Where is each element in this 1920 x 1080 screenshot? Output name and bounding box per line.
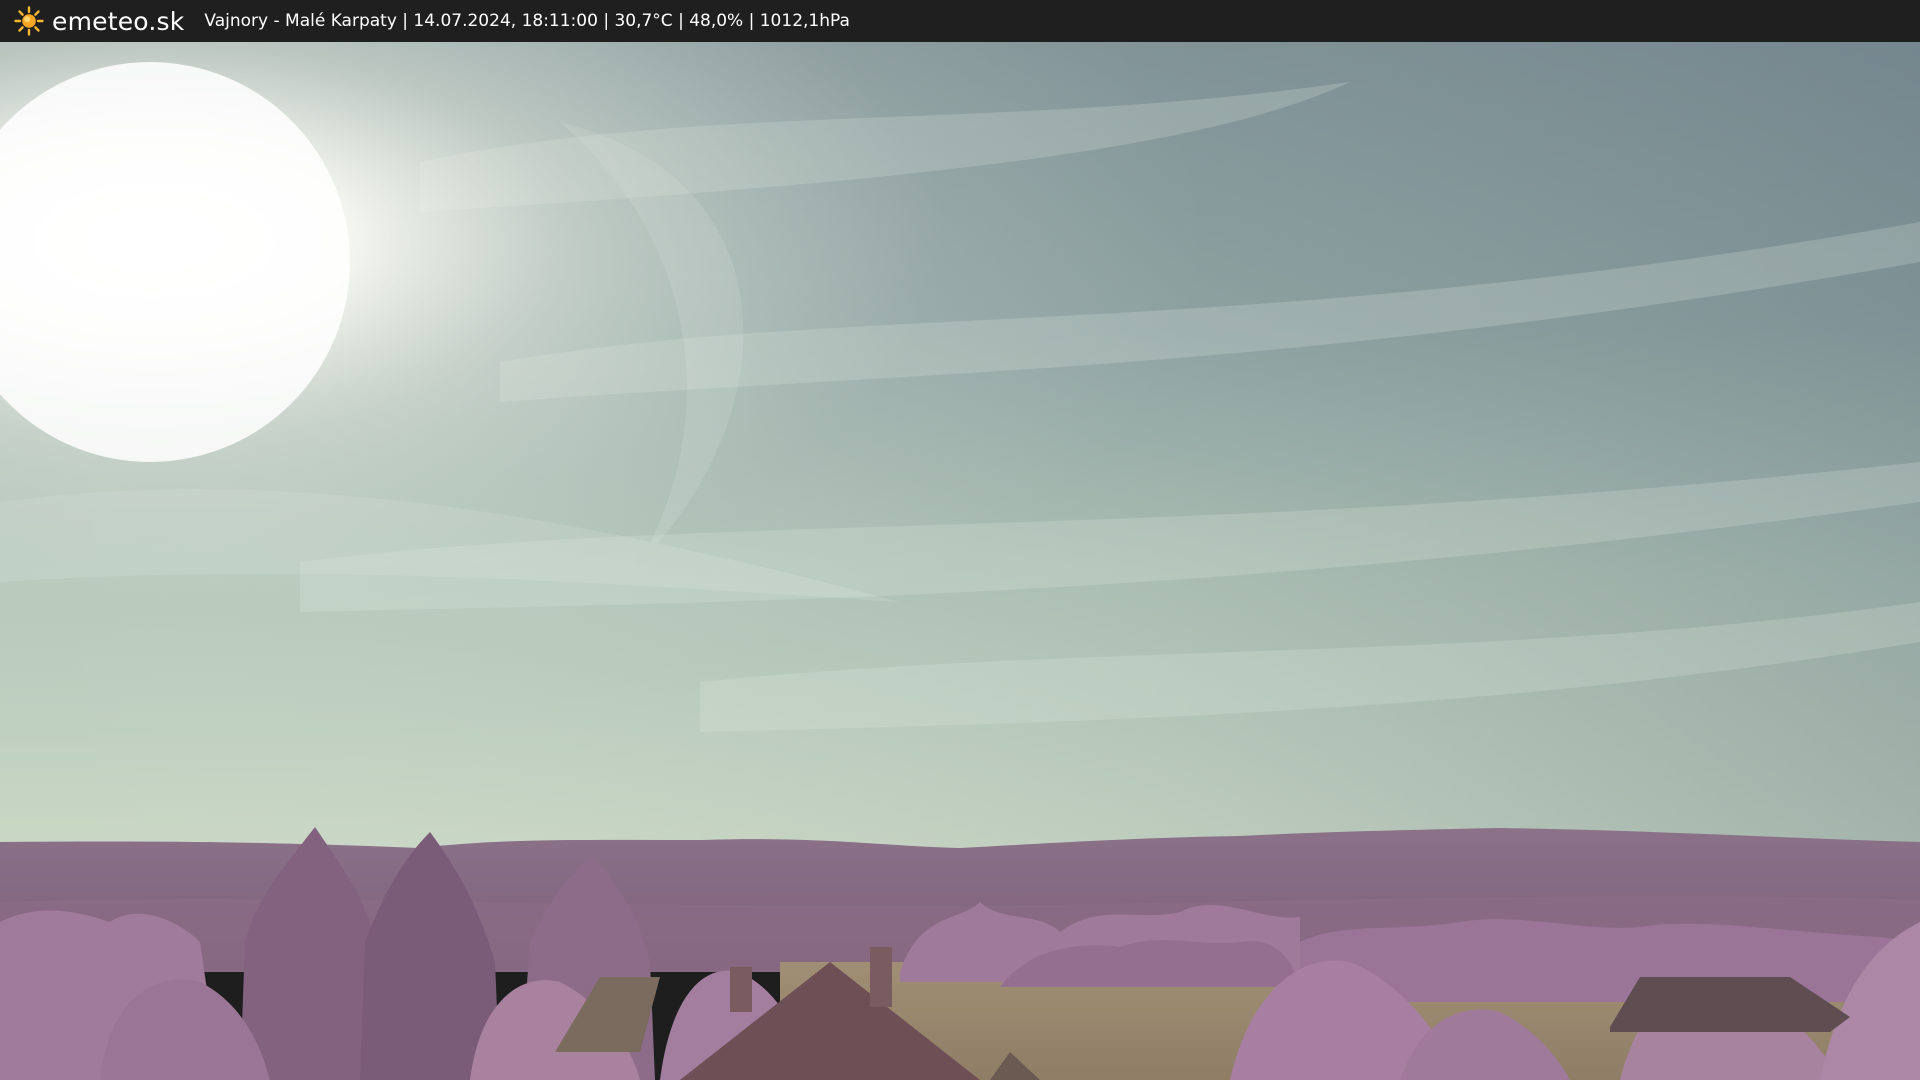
info-bar: emeteo.sk Vajnory - Malé Karpaty | 14.07… [0, 0, 1920, 42]
brand-logo[interactable]: emeteo.sk [14, 0, 184, 42]
landscape-scene [0, 42, 1920, 1080]
station-caption: Vajnory - Malé Karpaty | 14.07.2024, 18:… [204, 11, 850, 31]
sun-icon [14, 6, 44, 36]
brand-name: emeteo.sk [52, 6, 185, 36]
webcam-image [0, 42, 1920, 1080]
webcam-frame: emeteo.sk Vajnory - Malé Karpaty | 14.07… [0, 0, 1920, 1080]
